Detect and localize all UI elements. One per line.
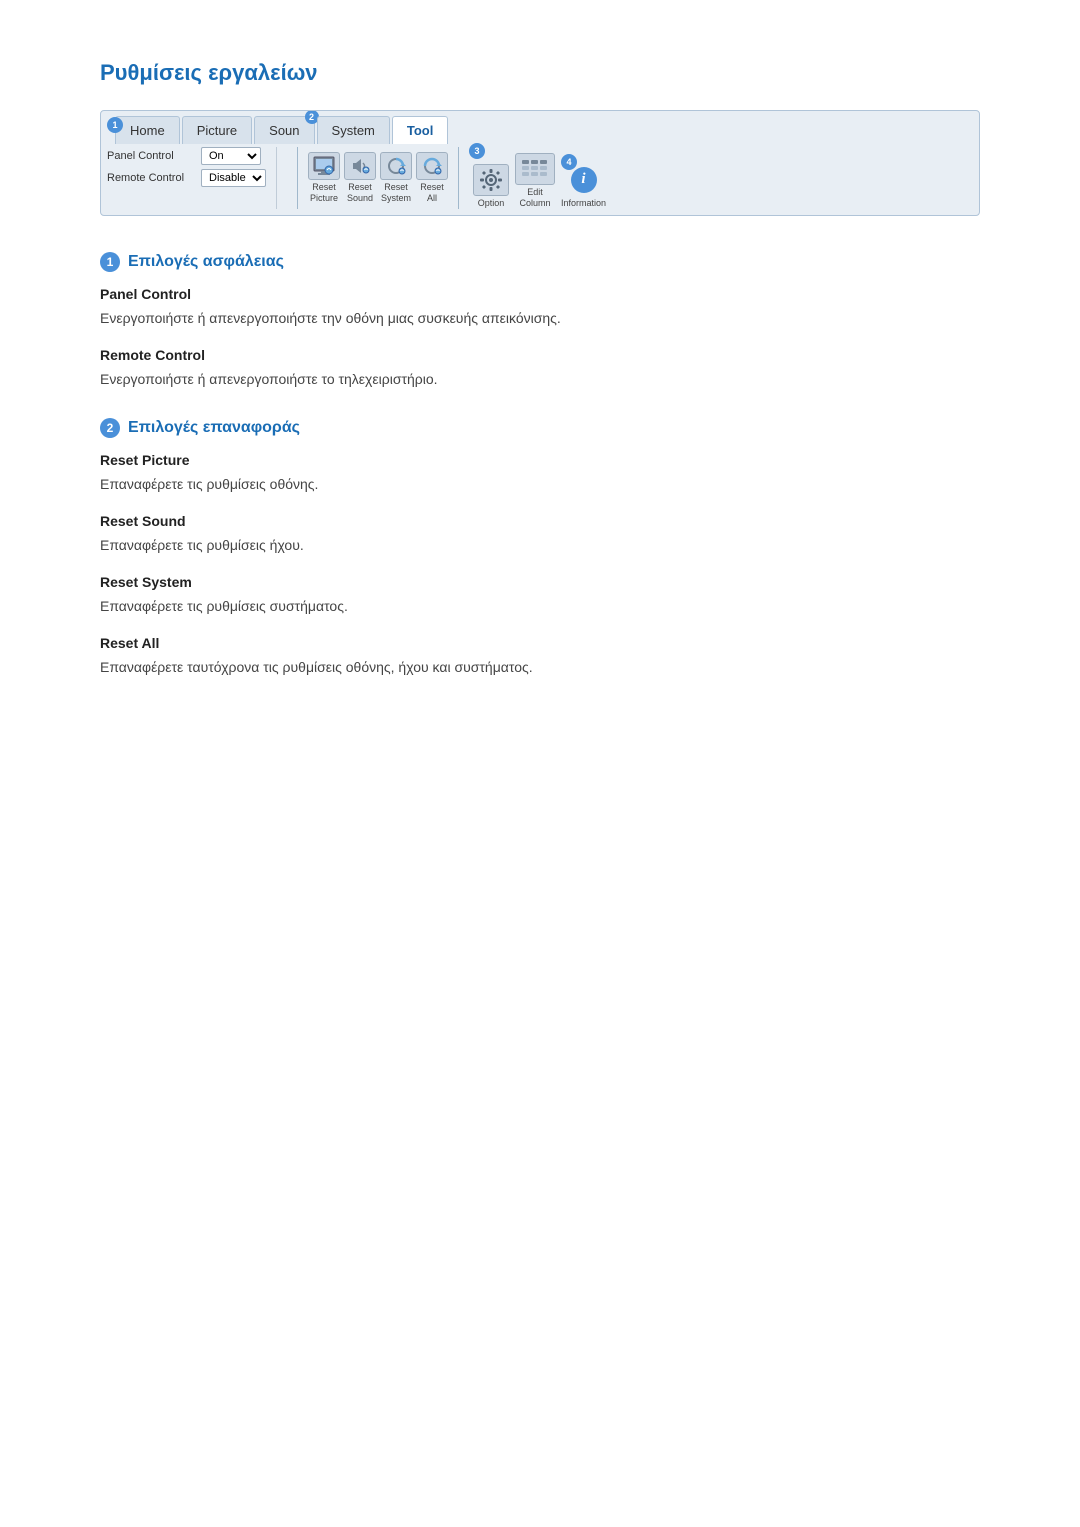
remote-control-label: Remote Control <box>107 172 197 184</box>
panel-control-title: Panel Control <box>100 286 980 302</box>
edit-column-label: EditColumn <box>519 187 550 209</box>
information-section: 4 i Information <box>561 158 606 209</box>
reset-sound-button[interactable]: Reset Sound <box>344 152 376 204</box>
remote-control-row: Remote Control Disable Enable <box>107 169 266 187</box>
reset-picture-icon <box>308 152 340 180</box>
panel-control-select[interactable]: On Off <box>201 147 261 165</box>
info-circle: i <box>571 167 597 193</box>
reset-system-desc: Επαναφέρετε τις ρυθμίσεις συστήματος. <box>100 596 980 617</box>
option-icon <box>473 164 509 196</box>
section-2-content: Reset Picture Επαναφέρετε τις ρυθμίσεις … <box>100 452 980 678</box>
tab-home[interactable]: Home <box>115 116 180 144</box>
section-1-badge: 1 <box>100 252 120 272</box>
tab-sound[interactable]: Soun 2 <box>254 116 314 144</box>
reset-all-title: Reset All <box>100 635 980 651</box>
reset-system-label: Reset System <box>381 182 411 204</box>
reset-icons-row: Reset Picture Reset <box>308 152 448 204</box>
reset-system-button[interactable]: Reset System <box>380 152 412 204</box>
panel-control-row: Panel Control On Off <box>107 147 266 165</box>
edit-column-button[interactable]: EditColumn <box>515 153 555 209</box>
tab-tool[interactable]: Tool <box>392 116 448 144</box>
information-label: Information <box>561 198 606 209</box>
section-2-title: Επιλογές επαναφοράς <box>128 419 300 437</box>
section-2-badge: 2 <box>100 418 120 438</box>
reset-picture-label: Reset Picture <box>310 182 338 204</box>
reset-picture-title: Reset Picture <box>100 452 980 468</box>
section-1-content: Panel Control Ενεργοποιήστε ή απενεργοπο… <box>100 286 980 390</box>
panel-control-desc: Ενεργοποιήστε ή απενεργοποιήστε την οθόν… <box>100 308 980 329</box>
page-title: Ρυθμίσεις εργαλείων <box>100 60 980 86</box>
tab-sound-label: Soun <box>269 123 299 138</box>
right-icons-row: Option <box>473 153 606 209</box>
information-button[interactable]: i Information <box>561 164 606 209</box>
remote-control-select[interactable]: Disable Enable <box>201 169 266 187</box>
reset-sound-label: Reset Sound <box>347 182 373 204</box>
option-label: Option <box>478 198 505 209</box>
remote-control-desc: Ενεργοποιήστε ή απενεργοποιήστε το τηλεχ… <box>100 369 980 390</box>
divider-2 <box>458 147 459 209</box>
option-button[interactable]: Option <box>473 164 509 209</box>
reset-picture-button[interactable]: Reset Picture <box>308 152 340 204</box>
badge-4: 4 <box>561 154 577 170</box>
tools-section: 3 <box>469 147 606 209</box>
section-1-title: Επιλογές ασφάλειας <box>128 253 284 271</box>
reset-all-desc: Επαναφέρετε ταυτόχρονα τις ρυθμίσεις οθό… <box>100 657 980 678</box>
reset-sound-icon <box>344 152 376 180</box>
toolbar-tabs-area: 1 Home Picture Soun 2 System Tool <box>101 111 979 143</box>
reset-all-button[interactable]: Reset All <box>416 152 448 204</box>
reset-all-label: Reset All <box>420 182 444 204</box>
badge-1: 1 <box>107 117 123 133</box>
badge-3: 3 <box>469 143 485 159</box>
reset-all-icon <box>416 152 448 180</box>
section-2-heading: 2 Επιλογές επαναφοράς <box>100 418 980 438</box>
tab-system[interactable]: System <box>317 116 390 144</box>
reset-system-title: Reset System <box>100 574 980 590</box>
reset-picture-desc: Επαναφέρετε τις ρυθμίσεις οθόνης. <box>100 474 980 495</box>
toolbar-controls-section: Panel Control On Off Remote Control Disa… <box>107 147 277 209</box>
remote-control-title: Remote Control <box>100 347 980 363</box>
divider-1 <box>297 147 298 209</box>
tab-picture[interactable]: Picture <box>182 116 252 144</box>
reset-section: Reset Picture Reset <box>308 147 448 209</box>
section-1-heading: 1 Επιλογές ασφάλειας <box>100 252 980 272</box>
toolbar: 1 Home Picture Soun 2 System Tool Panel … <box>100 110 980 216</box>
edit-column-icon <box>515 153 555 185</box>
reset-sound-desc: Επαναφέρετε τις ρυθμίσεις ήχου. <box>100 535 980 556</box>
panel-control-label: Panel Control <box>107 150 197 162</box>
reset-system-icon <box>380 152 412 180</box>
toolbar-body: Panel Control On Off Remote Control Disa… <box>101 143 979 215</box>
reset-sound-title: Reset Sound <box>100 513 980 529</box>
